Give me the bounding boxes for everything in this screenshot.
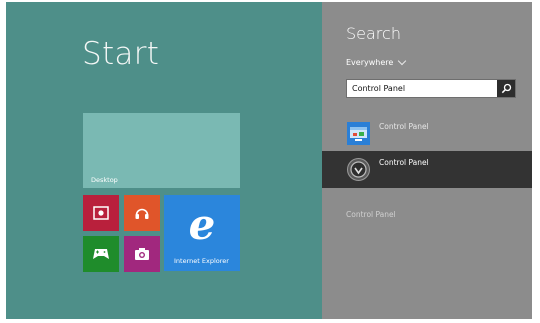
camera-icon	[135, 248, 149, 260]
camera-tile[interactable]	[124, 236, 160, 272]
search-result-label: Control Panel	[379, 158, 429, 167]
search-button[interactable]	[497, 80, 515, 97]
search-charm: Search Everywhere Control Panel Control …	[322, 2, 532, 319]
more-results-link[interactable]: Control Panel	[346, 210, 396, 219]
control-panel-icon	[347, 122, 370, 145]
search-title: Search	[346, 24, 401, 43]
game-controller-icon	[93, 249, 109, 259]
search-box	[346, 79, 516, 98]
video-tile[interactable]	[83, 195, 119, 231]
headphones-icon	[135, 208, 149, 219]
internet-explorer-icon: e	[188, 200, 216, 249]
internet-explorer-tile[interactable]: e Internet Explorer	[164, 195, 240, 271]
search-scope-dropdown[interactable]: Everywhere	[346, 56, 407, 67]
chevron-down-icon	[398, 56, 407, 66]
games-tile[interactable]	[83, 236, 119, 272]
video-icon	[93, 206, 109, 220]
music-tile[interactable]	[124, 195, 160, 231]
desktop-tile-label: Desktop	[91, 176, 118, 184]
power-settings-icon	[347, 158, 370, 181]
start-title: Start	[82, 36, 160, 72]
desktop-tile[interactable]: Desktop	[83, 113, 240, 188]
search-icon	[501, 83, 511, 94]
search-input[interactable]	[352, 82, 490, 95]
search-result-control-panel-selected[interactable]: Control Panel	[322, 151, 532, 188]
search-result-control-panel[interactable]: Control Panel	[322, 115, 532, 151]
search-scope-label: Everywhere	[346, 58, 394, 67]
search-result-label: Control Panel	[379, 122, 429, 131]
start-screen: Start Desktop e Internet Explorer	[6, 2, 322, 319]
internet-explorer-tile-label: Internet Explorer	[174, 257, 229, 265]
screen: Start Desktop e Internet Explorer Search…	[6, 2, 532, 319]
